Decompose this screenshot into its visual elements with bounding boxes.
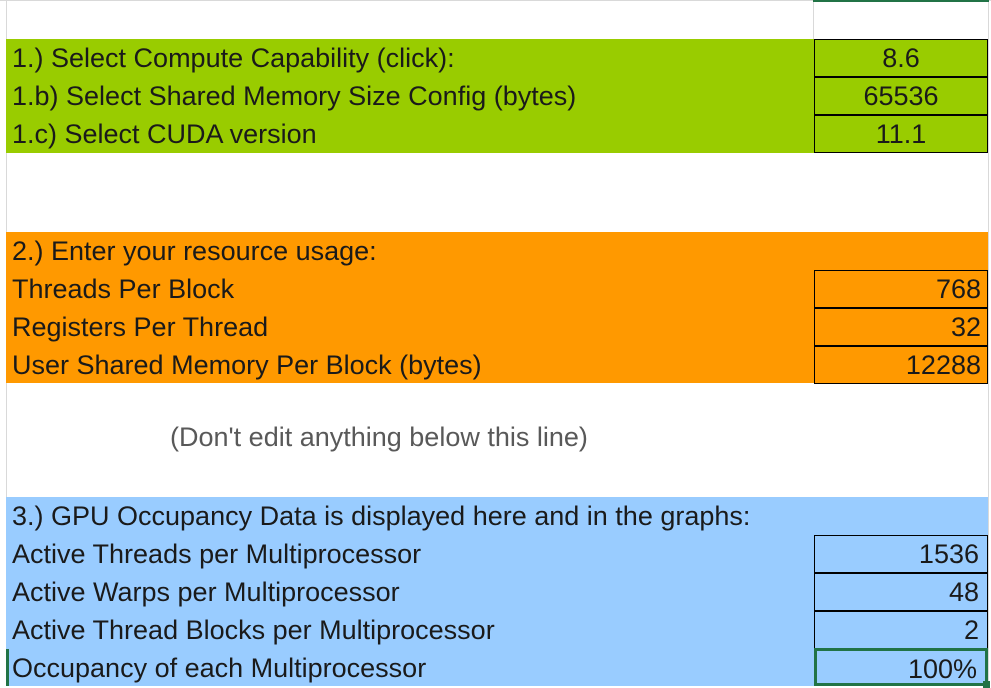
top-selection-edge — [813, 0, 989, 2]
shared-memory-per-block-input[interactable]: 12288 — [814, 346, 988, 384]
shared-memory-config-select[interactable]: 65536 — [814, 77, 988, 115]
active-warps-value[interactable]: 48 — [814, 573, 988, 611]
row-selection-indicator — [6, 649, 9, 686]
occupancy-label: Occupancy of each Multiprocessor — [12, 653, 427, 683]
registers-per-thread-label: Registers Per Thread — [12, 312, 269, 342]
occupancy-value: 100% — [907, 654, 977, 684]
shared-memory-per-block-label: User Shared Memory Per Block (bytes) — [12, 350, 482, 380]
active-threads-value[interactable]: 1536 — [814, 535, 988, 573]
occupancy-value-cell[interactable]: 100% — [814, 648, 990, 688]
do-not-edit-note: (Don't edit anything below this line) — [170, 422, 588, 452]
resource-usage-heading: 2.) Enter your resource usage: — [12, 236, 377, 266]
occupancy-data-heading: 3.) GPU Occupancy Data is displayed here… — [12, 501, 751, 531]
active-blocks-value[interactable]: 2 — [814, 611, 988, 649]
gridline-right — [988, 0, 989, 686]
gridline-col — [813, 0, 814, 39]
shared-memory-config-label: 1.b) Select Shared Memory Size Config (b… — [12, 81, 577, 111]
fill-handle[interactable] — [983, 681, 990, 688]
active-warps-label: Active Warps per Multiprocessor — [12, 577, 400, 607]
cuda-version-select[interactable]: 11.1 — [814, 115, 988, 153]
threads-per-block-input[interactable]: 768 — [814, 270, 988, 308]
compute-capability-select[interactable]: 8.6 — [814, 39, 988, 77]
compute-capability-label: 1.) Select Compute Capability (click): — [12, 43, 455, 73]
threads-per-block-label: Threads Per Block — [12, 274, 235, 304]
active-blocks-label: Active Thread Blocks per Multiprocessor — [12, 615, 495, 645]
cuda-version-label: 1.c) Select CUDA version — [12, 119, 317, 149]
registers-per-thread-input[interactable]: 32 — [814, 308, 988, 346]
active-threads-label: Active Threads per Multiprocessor — [12, 539, 422, 569]
